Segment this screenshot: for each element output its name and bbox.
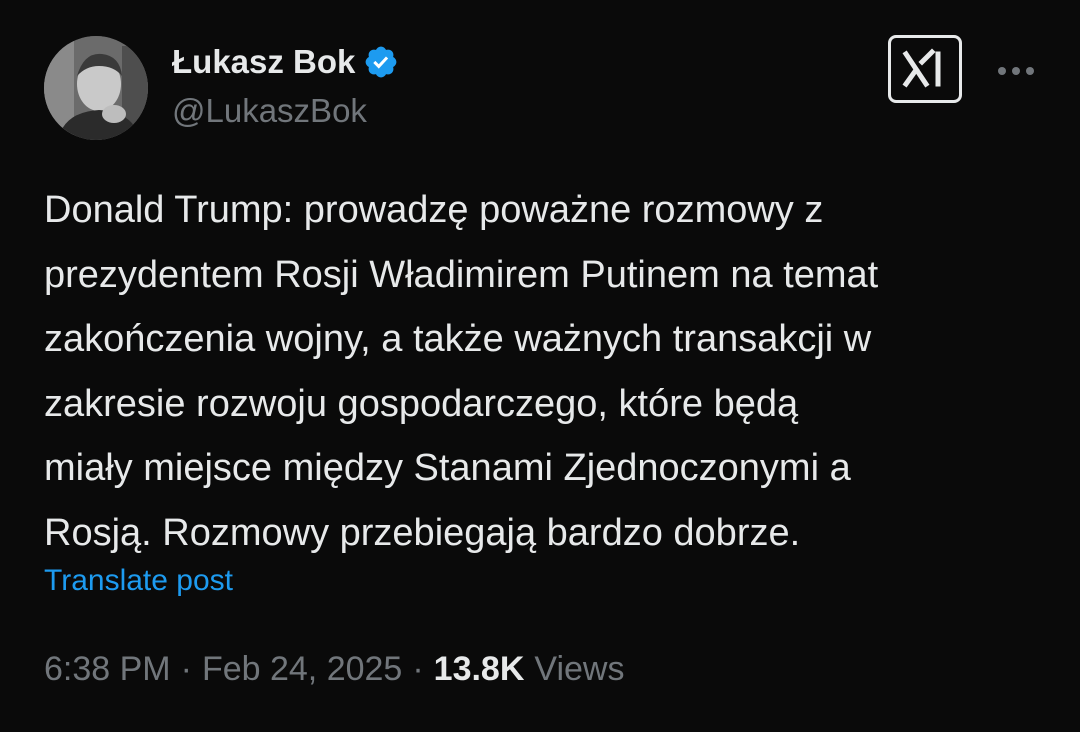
avatar[interactable] [44,36,148,140]
post-date[interactable]: Feb 24, 2025 [202,650,402,689]
post-text: Donald Trump: prowadzę poważne rozmowy z… [44,189,879,554]
post-time[interactable]: 6:38 PM [44,650,171,689]
post-meta: 6:38 PM · Feb 24, 2025 · 13.8K Views [44,650,625,689]
author-handle[interactable]: @LukaszBok [172,92,367,130]
more-options-button[interactable] [992,56,1040,86]
translate-post-link[interactable]: Translate post [44,564,233,598]
avatar-image [44,36,148,140]
display-name[interactable]: Łukasz Bok [172,43,355,81]
grok-button[interactable] [888,35,962,103]
tweet-card: Łukasz Bok @LukaszBok Donald Trump: prow… [0,0,1080,732]
xai-grok-icon [902,48,941,88]
verified-badge-icon[interactable] [363,44,399,80]
meta-separator: · [180,650,192,688]
views-count[interactable]: 13.8K [434,650,525,689]
more-horizontal-icon [998,67,1034,75]
author-name-row: Łukasz Bok [172,40,399,84]
meta-separator: · [412,650,424,688]
views-label: Views [534,650,625,688]
